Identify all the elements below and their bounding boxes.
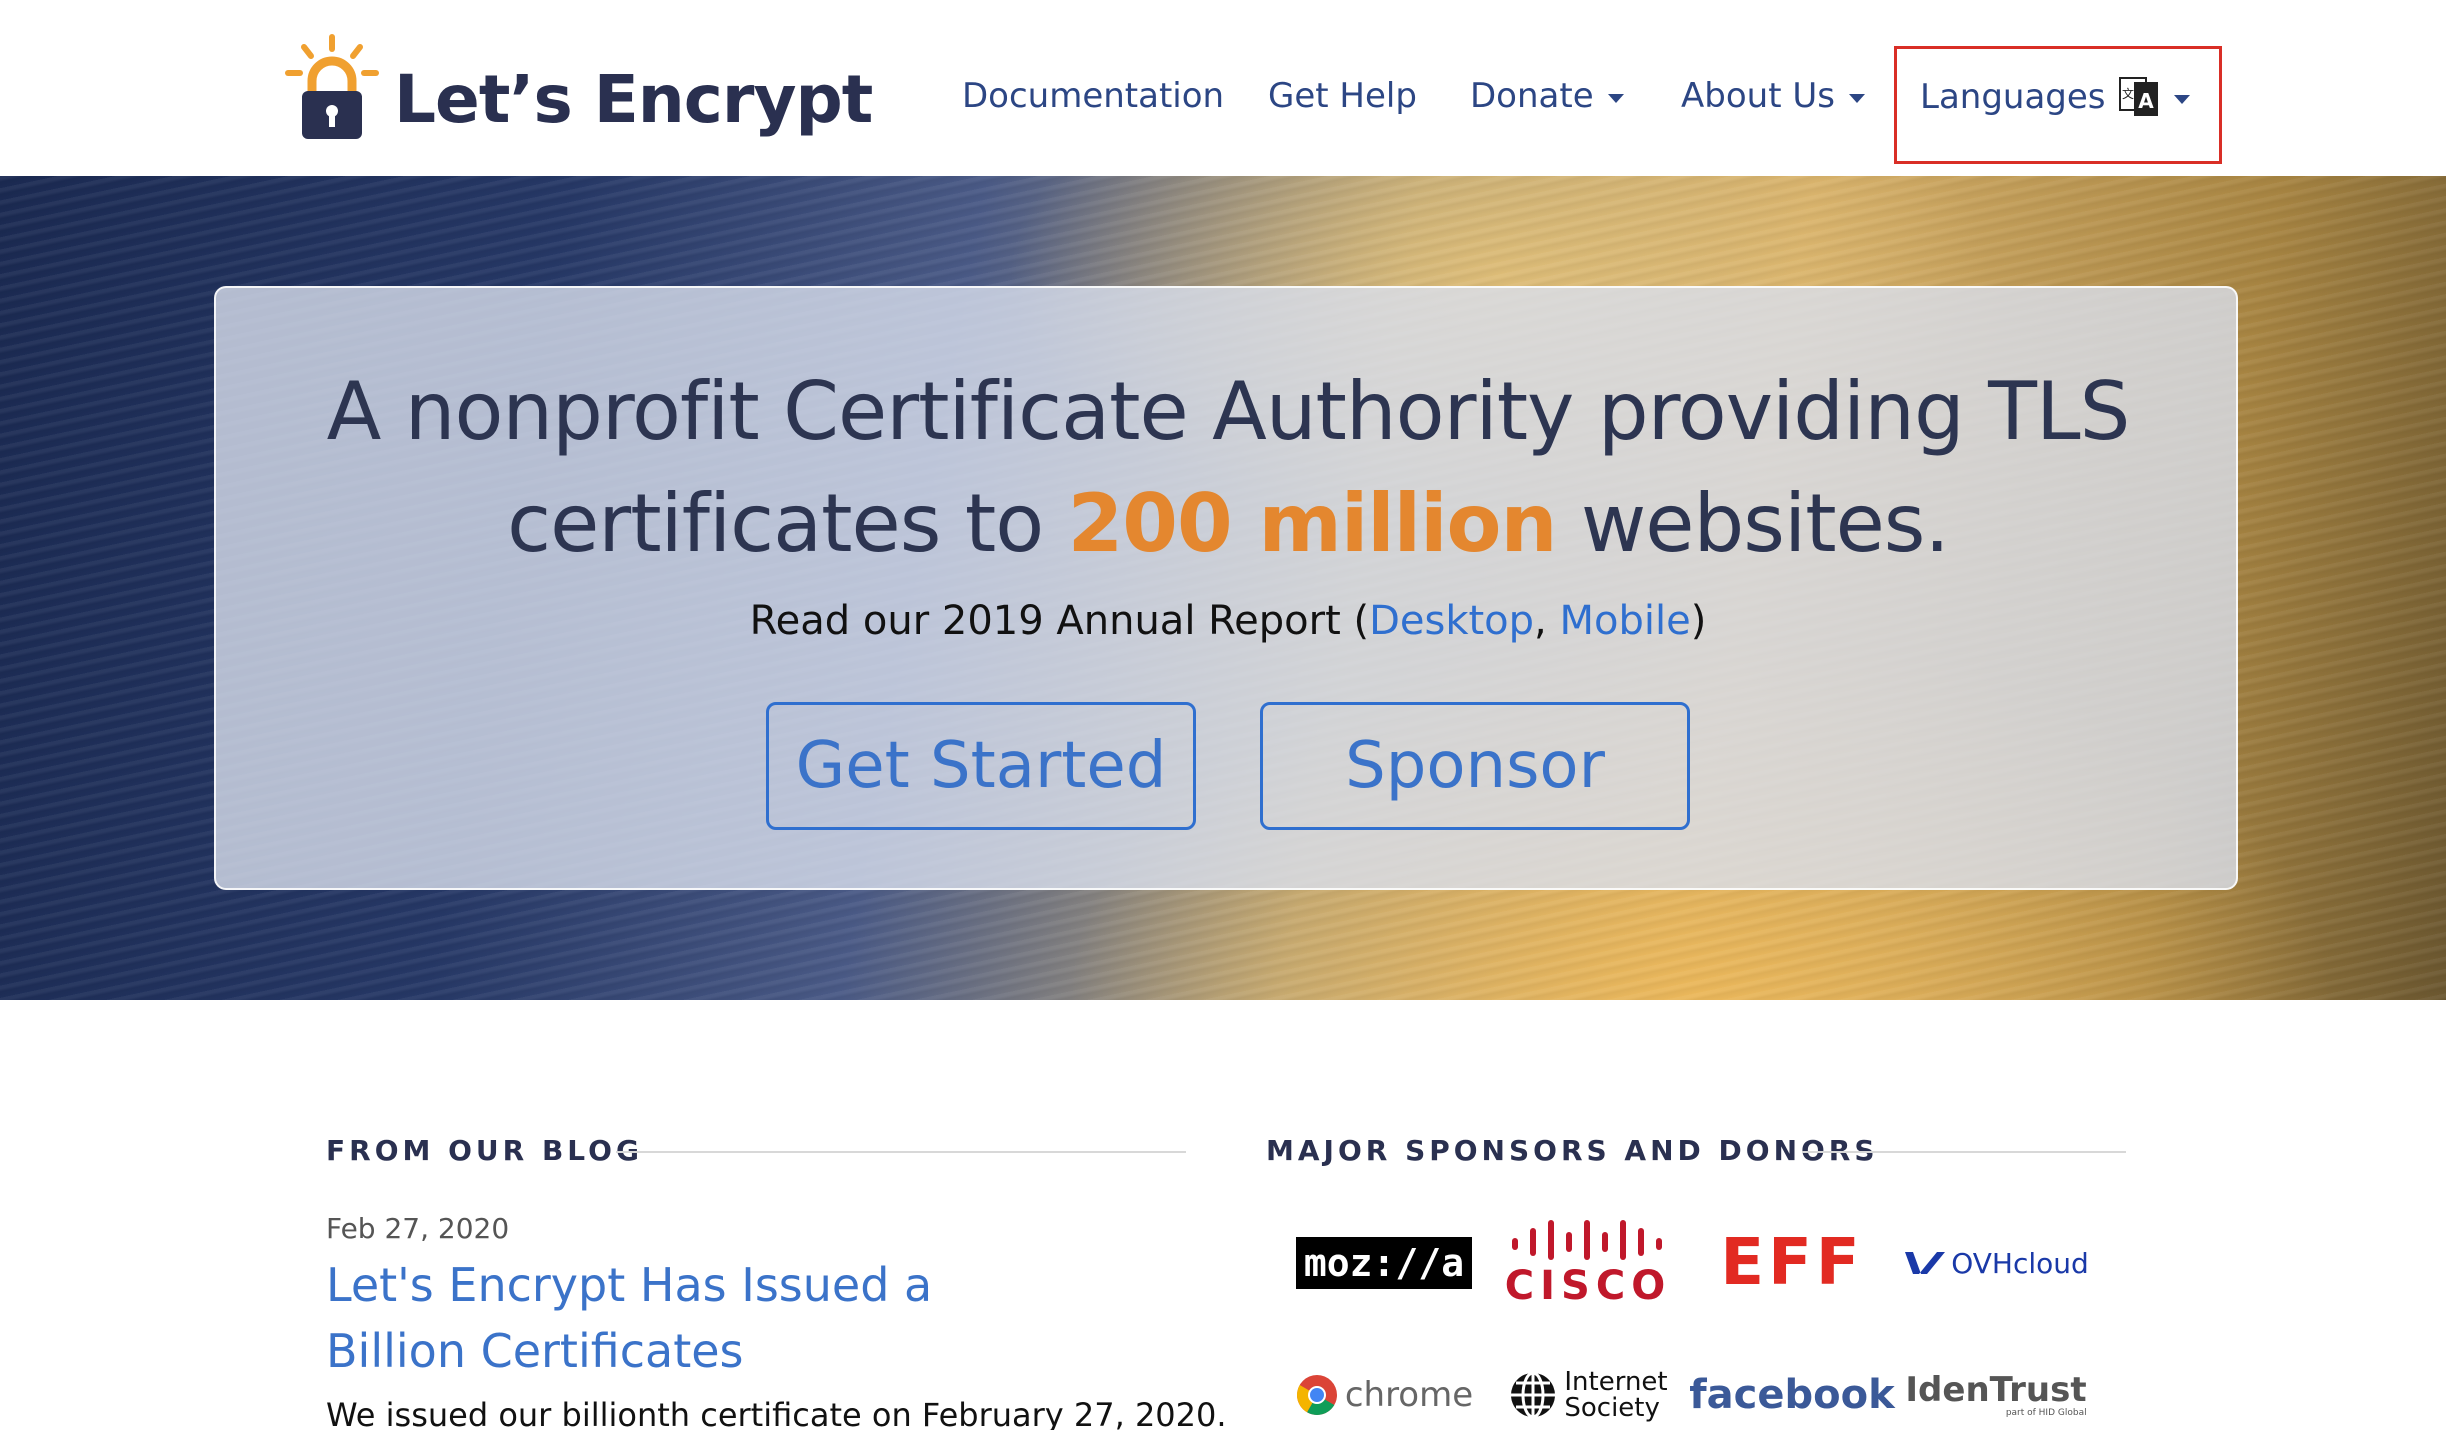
- identrust-logo-text: IdenTrust: [1905, 1370, 2087, 1410]
- svg-text:文: 文: [2122, 86, 2134, 101]
- hero-title: A nonprofit Certificate Authority provid…: [216, 356, 2240, 580]
- sponsor-identrust[interactable]: IdenTrust part of HID Global: [1896, 1332, 2096, 1430]
- report-desktop-link[interactable]: Desktop: [1369, 598, 1534, 644]
- sponsor-eff[interactable]: EFF: [1692, 1200, 1892, 1326]
- blog-heading: FROM OUR BLOG: [326, 1134, 643, 1167]
- chrome-logo-text: chrome: [1344, 1375, 1474, 1415]
- nav-documentation[interactable]: Documentation: [962, 76, 1224, 116]
- sponsor-button[interactable]: Sponsor: [1260, 702, 1690, 830]
- nav-get-help[interactable]: Get Help: [1268, 76, 1417, 116]
- blog-heading-divider: [616, 1151, 1186, 1153]
- caret-down-icon: [1848, 93, 1865, 103]
- cisco-logo-text: CISCO: [1504, 1263, 1672, 1309]
- sponsors-heading-divider: [1802, 1151, 2126, 1153]
- report-mobile-link[interactable]: Mobile: [1559, 598, 1690, 644]
- sponsor-internet-society[interactable]: Internet Society: [1488, 1332, 1688, 1430]
- sponsor-cisco[interactable]: CISCO: [1488, 1200, 1688, 1326]
- blog-post-date: Feb 27, 2020: [326, 1212, 510, 1245]
- hero-title-highlight: 200 million: [1067, 477, 1558, 570]
- blog-post-excerpt: We issued our billionth certificate on F…: [326, 1396, 1227, 1430]
- sponsor-mozilla[interactable]: moz://a: [1284, 1200, 1484, 1326]
- cisco-bars-icon: [1512, 1220, 1662, 1260]
- sponsor-facebook[interactable]: facebook: [1689, 1332, 1895, 1430]
- get-started-button[interactable]: Get Started: [766, 702, 1196, 830]
- caret-down-icon: [2173, 94, 2190, 104]
- internet-society-text: Internet Society: [1564, 1369, 1667, 1421]
- nav-languages-label: Languages: [1920, 77, 2106, 117]
- report-post: ): [1690, 598, 1707, 644]
- nav-get-help-label: Get Help: [1268, 76, 1417, 116]
- ovhcloud-logo: OVHcloud: [1903, 1247, 2089, 1280]
- blog-post-title-link[interactable]: Let's Encrypt Has Issued a Billion Certi…: [326, 1252, 1046, 1384]
- isoc-line1: Internet: [1564, 1367, 1668, 1397]
- globe-icon: [1511, 1371, 1556, 1419]
- site-header: Let’s Encrypt Documentation Get Help Don…: [0, 0, 2446, 176]
- nav-donate-label: Donate: [1470, 76, 1594, 116]
- eff-logo: EFF: [1720, 1226, 1864, 1300]
- cisco-logo: CISCO: [1505, 1218, 1671, 1308]
- mozilla-logo: moz://a: [1295, 1237, 1473, 1289]
- identrust-logo: IdenTrust part of HID Global: [1905, 1372, 2086, 1418]
- chrome-logo: chrome: [1295, 1373, 1473, 1417]
- nav-donate[interactable]: Donate: [1470, 76, 1624, 116]
- nav-languages[interactable]: Languages A 文: [1920, 74, 2190, 120]
- hero-title-line1: A nonprofit Certificate Authority provid…: [326, 365, 2131, 458]
- isoc-line2: Society: [1564, 1393, 1660, 1423]
- nav-about-us-label: About Us: [1681, 76, 1835, 116]
- report-pre: Read our 2019 Annual Report (: [749, 598, 1370, 644]
- chrome-icon: [1296, 1375, 1337, 1415]
- hero-card: A nonprofit Certificate Authority provid…: [214, 286, 2238, 890]
- hero-title-line2-post: websites.: [1556, 477, 1950, 570]
- internet-society-logo: Internet Society: [1508, 1369, 1668, 1421]
- nav-about-us[interactable]: About Us: [1681, 76, 1865, 116]
- identrust-logo-subtext: part of HID Global: [2005, 1408, 2087, 1418]
- svg-text:A: A: [2138, 89, 2154, 113]
- sponsor-ovhcloud[interactable]: OVHcloud: [1896, 1200, 2096, 1326]
- ovhcloud-logo-text: OVHcloud: [1951, 1246, 2089, 1280]
- sponsors-heading: MAJOR SPONSORS AND DONORS: [1266, 1134, 1879, 1167]
- caret-down-icon: [1607, 93, 1624, 103]
- hero-title-line2-pre: certificates to: [507, 477, 1068, 570]
- translate-icon: A 文: [2118, 74, 2160, 120]
- ovh-mark-icon: [1905, 1252, 1946, 1274]
- hero-banner: A nonprofit Certificate Authority provid…: [0, 176, 2446, 1000]
- sponsor-logo-grid: moz://a CISCO EFF OVHcloud chrome Intern…: [1284, 1200, 2096, 1430]
- main-nav: Documentation Get Help Donate About Us L…: [0, 0, 2446, 176]
- annual-report-text: Read our 2019 Annual Report (Desktop, Mo…: [216, 598, 2240, 644]
- sponsor-chrome[interactable]: chrome: [1284, 1332, 1484, 1430]
- facebook-logo: facebook: [1689, 1372, 1895, 1418]
- nav-documentation-label: Documentation: [962, 76, 1225, 116]
- report-sep: ,: [1534, 598, 1560, 644]
